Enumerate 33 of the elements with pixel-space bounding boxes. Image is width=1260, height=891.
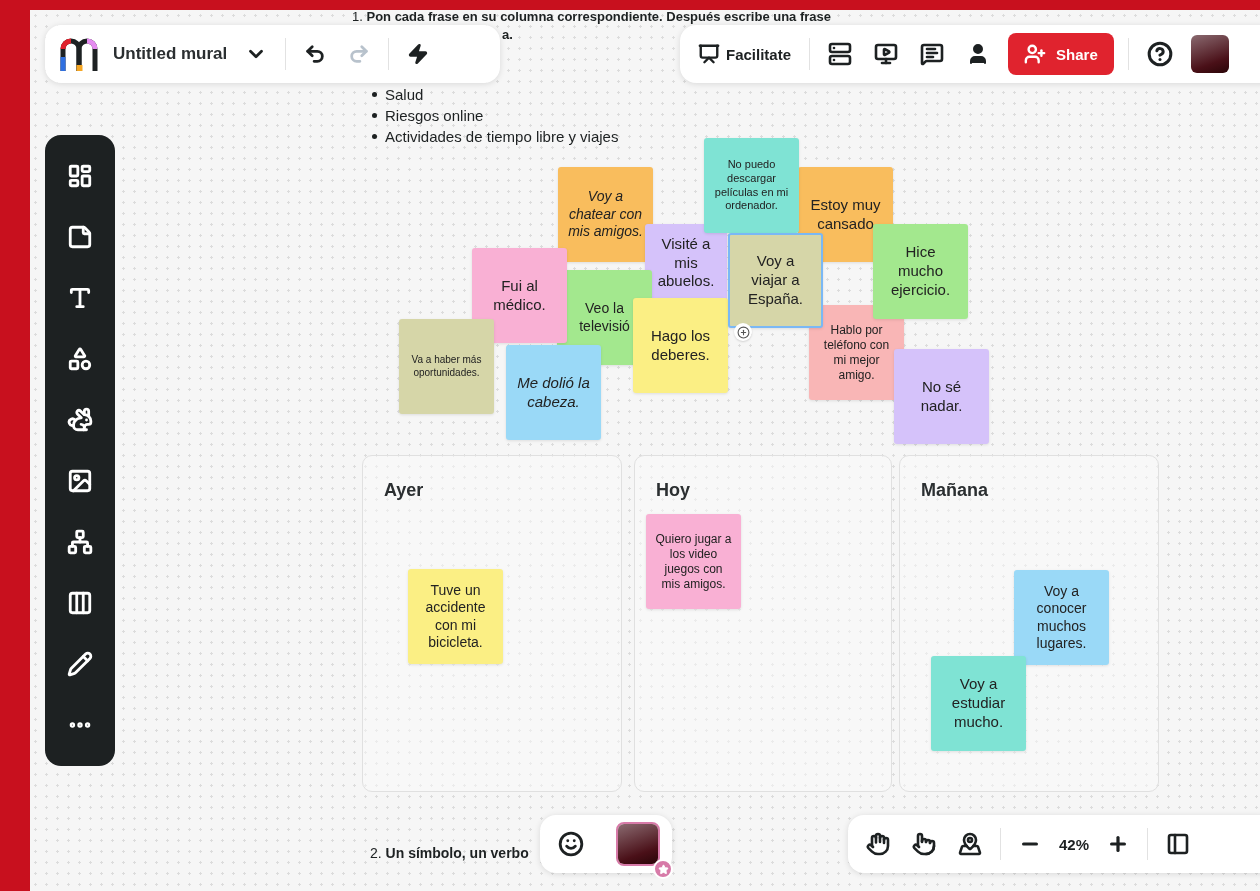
instruction-text: a. xyxy=(502,27,513,43)
sticky-note[interactable]: No sé nadar. xyxy=(894,349,989,444)
add-user-icon xyxy=(1024,43,1047,65)
sticky-note[interactable]: Voy a conocer muchos lugares. xyxy=(1014,570,1109,665)
zoom-level: 42% xyxy=(1059,835,1090,853)
column-title: Hoy xyxy=(656,480,690,501)
topic-text: Actividades de tiempo libre y viajes xyxy=(385,128,619,145)
sticky-note[interactable]: Voy a viajar a España. xyxy=(728,233,823,328)
sticky-note[interactable]: Fui al médico. xyxy=(472,248,567,343)
sticky-note[interactable]: Quiero jugar a los video juegos con mis amigos. xyxy=(646,514,741,609)
column-title: Mañana xyxy=(921,480,989,501)
instruction-text: 2. Un símbolo, un verbo xyxy=(370,845,529,861)
add-connector-icon[interactable] xyxy=(734,323,752,341)
bullet-icon xyxy=(372,113,377,118)
bullet-icon xyxy=(372,134,377,139)
sticky-note[interactable]: No puedo descargar películas en mi ordenador. xyxy=(704,138,799,233)
topic-text: Salud xyxy=(385,86,424,103)
share-button[interactable]: Share xyxy=(1008,33,1114,75)
avatar-placeholder[interactable] xyxy=(1190,35,1229,73)
column-title: Ayer xyxy=(384,480,424,501)
topic-text: Riesgos online xyxy=(385,107,484,124)
sticky-note[interactable]: Hice mucho ejercicio. xyxy=(873,224,968,319)
facilitate-button[interactable]: Facilitate xyxy=(694,39,796,69)
instruction-text: 1. Pon cada frase en su columna correspondiente. Después escribe una frase xyxy=(352,10,832,24)
sticky-note[interactable]: Va a haber más oportunidades. xyxy=(399,319,494,414)
sticky-note[interactable]: Voy a estudiar mucho. xyxy=(931,656,1026,751)
mural-title[interactable]: Untitled mural xyxy=(113,44,228,64)
sticky-note[interactable]: Hago los deberes. xyxy=(633,298,728,393)
sticky-note[interactable]: Tuve un accidente con mi bicicleta. xyxy=(408,569,503,664)
sticky-note[interactable]: Me dolió la cabeza. xyxy=(506,345,601,440)
presenter-icon xyxy=(698,43,720,65)
bullet-icon xyxy=(372,92,377,97)
sticky-note[interactable]: Voy a chatear con mis amigos. xyxy=(558,167,653,262)
